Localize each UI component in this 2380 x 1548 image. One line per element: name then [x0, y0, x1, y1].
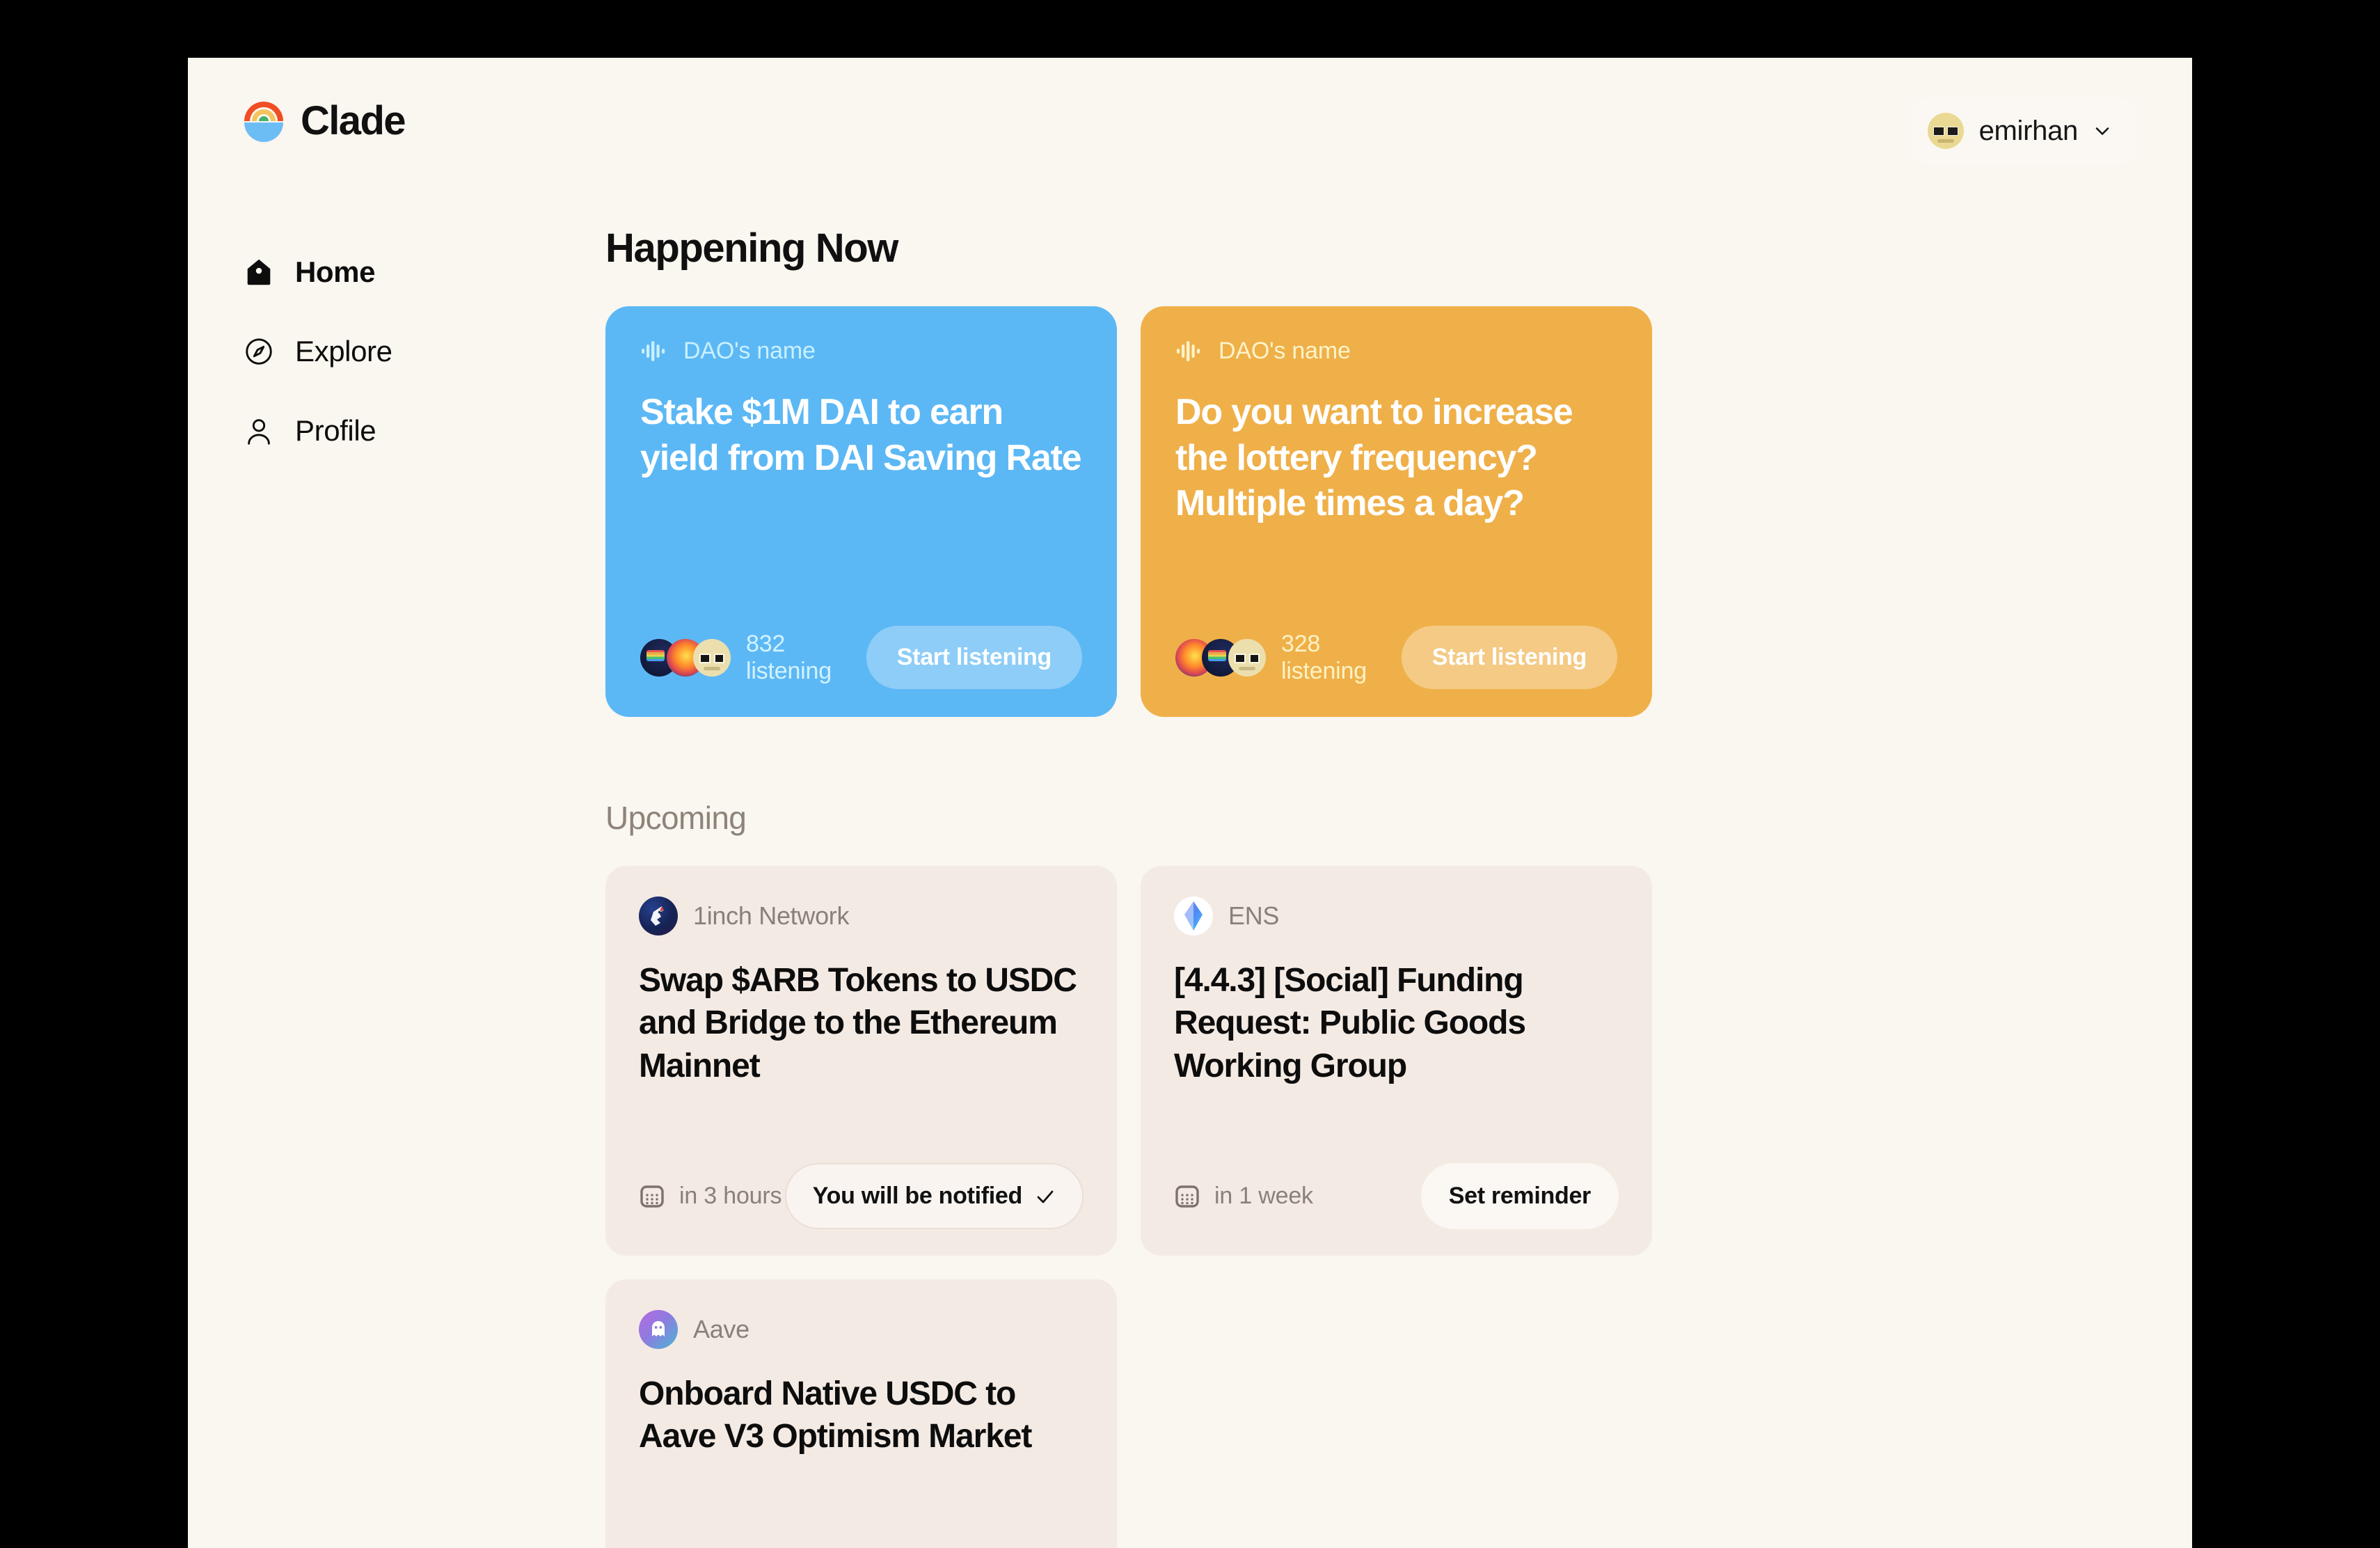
page-title: Happening Now [605, 226, 898, 271]
brand[interactable]: Clade [242, 98, 406, 143]
chevron-down-icon [2093, 122, 2111, 140]
upcoming-grid: 1inch Network Swap $ARB Tokens to USDC a… [605, 866, 2192, 1548]
upcoming-card-aave[interactable]: Aave Onboard Native USDC to Aave V3 Opti… [605, 1279, 1117, 1548]
waveform-icon [640, 337, 668, 365]
notified-button-label: You will be notified [812, 1183, 1023, 1209]
dao-name: DAO's name [683, 337, 816, 364]
live-card-title: Stake $1M DAI to earn yield from DAI Sav… [640, 392, 1082, 478]
user-name: emirhan [1978, 115, 2079, 146]
org-row: ENS [1174, 897, 1619, 935]
happening-now-grid: DAO's name Stake $1M DAI to earn yield f… [605, 306, 2192, 717]
upcoming-section: Upcoming 1inch Network Swap $ARB Tokens … [605, 799, 2192, 1548]
org-row: Aave [639, 1310, 1084, 1349]
dao-name: DAO's name [1219, 337, 1351, 364]
compass-icon [242, 335, 276, 368]
org-row: 1inch Network [639, 897, 1084, 935]
live-card-footer: 328 listening Start listening [1175, 626, 1617, 689]
live-card-title: Do you want to increase the lottery freq… [1175, 392, 1573, 524]
pixel-face-avatar [1228, 638, 1266, 677]
sidebar-item-explore[interactable]: Explore [242, 325, 534, 378]
upcoming-card-title: Onboard Native USDC to Aave V3 Optimism … [639, 1375, 1032, 1455]
sidebar-item-profile[interactable]: Profile [242, 404, 534, 457]
sidebar-item-label: Profile [295, 414, 376, 447]
time-text: in 1 week [1214, 1183, 1313, 1209]
upcoming-card-footer: in 1 week Set reminder [1174, 1132, 1619, 1229]
rainbow-bowl-logo [242, 100, 285, 143]
ens-logo [1174, 897, 1213, 935]
oneinch-unicorn-logo [639, 897, 678, 935]
upcoming-card-title: [4.4.3] [Social] Funding Request: Public… [1174, 962, 1526, 1084]
upcoming-card-ens[interactable]: ENS [4.4.3] [Social] Funding Request: Pu… [1141, 866, 1652, 1256]
listener-avatar-stack [1175, 638, 1266, 677]
waveform-icon [1175, 337, 1203, 365]
person-icon [242, 414, 276, 448]
sidebar-item-home[interactable]: Home [242, 246, 534, 299]
main-content: Happening Now DAO's name Stake $1M DAI t… [605, 225, 2192, 1548]
dao-row: DAO's name [640, 337, 1082, 365]
check-icon [1035, 1186, 1056, 1207]
set-reminder-button[interactable]: Set reminder [1420, 1163, 1619, 1229]
live-card-orange[interactable]: DAO's name Do you want to increase the l… [1141, 306, 1652, 717]
notified-button[interactable]: You will be notified [784, 1163, 1084, 1229]
listener-avatar-stack [640, 638, 731, 677]
org-name: ENS [1228, 901, 1280, 930]
app-canvas: Clade emirhan Home Explore Profile Happe… [188, 58, 2192, 1548]
org-name: 1inch Network [693, 901, 850, 930]
home-icon [242, 255, 276, 289]
calendar-icon [639, 1183, 665, 1210]
upcoming-card-title: Swap $ARB Tokens to USDC and Bridge to t… [639, 962, 1077, 1084]
upcoming-card-1inch[interactable]: 1inch Network Swap $ARB Tokens to USDC a… [605, 866, 1117, 1256]
listening-count: 832 listening [746, 630, 832, 684]
user-menu-button[interactable]: emirhan [1910, 98, 2136, 164]
aave-ghost-logo [639, 1310, 678, 1349]
dao-row: DAO's name [1175, 337, 1617, 365]
start-listening-button[interactable]: Start listening [1401, 626, 1617, 689]
calendar-icon [1174, 1183, 1200, 1210]
sidebar-item-label: Home [295, 255, 376, 288]
live-card-blue[interactable]: DAO's name Stake $1M DAI to earn yield f… [605, 306, 1117, 717]
upcoming-card-footer: in 3 hours You will be notified [639, 1132, 1084, 1229]
pixel-face-avatar [1927, 113, 1964, 149]
time-text: in 3 hours [679, 1183, 782, 1209]
sidebar: Home Explore Profile [242, 246, 534, 484]
start-listening-button[interactable]: Start listening [866, 626, 1082, 689]
upcoming-title: Upcoming [605, 800, 747, 836]
time-row: in 1 week [1174, 1183, 1313, 1210]
topbar: Clade emirhan [188, 58, 2192, 197]
org-name: Aave [693, 1315, 749, 1343]
pixel-face-avatar [693, 638, 731, 677]
time-row: in 3 hours [639, 1183, 782, 1210]
sidebar-item-label: Explore [295, 335, 392, 368]
listening-count: 328 listening [1281, 630, 1367, 684]
live-card-footer: 832 listening Start listening [640, 626, 1082, 689]
brand-name: Clade [301, 98, 406, 143]
